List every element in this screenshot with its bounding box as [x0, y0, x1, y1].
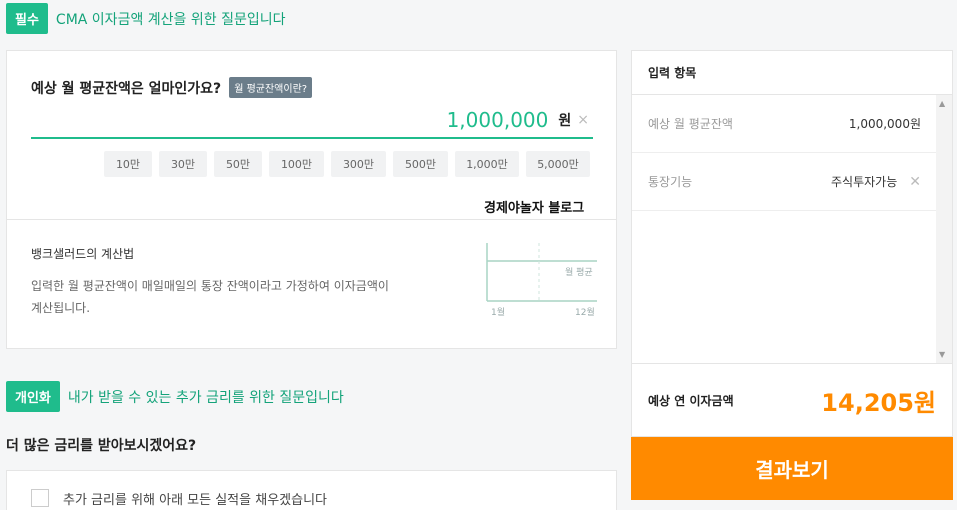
clear-icon[interactable]: ×: [577, 112, 589, 128]
chip-500man[interactable]: 500만: [393, 151, 448, 177]
remove-icon[interactable]: ✕: [909, 174, 921, 190]
summary-row-balance: 예상 월 평균잔액 1,000,000원: [632, 95, 937, 153]
balance-mini-chart: 월 평균 1월 12월: [486, 243, 597, 318]
summary-row-account-feature: 통장기능 주식투자가능 ✕: [632, 153, 937, 211]
input-summary-panel: 입력 항목 예상 월 평균잔액 1,000,000원 통장기능 주식투자가능 ✕…: [631, 50, 953, 437]
scroll-down-icon[interactable]: ▼: [939, 350, 945, 359]
personal-badge: 개인화: [6, 381, 60, 412]
extra-rate-checkbox[interactable]: [31, 489, 49, 507]
balance-amount-unit: 원: [558, 113, 572, 129]
chart-x-start: 1월: [491, 306, 505, 318]
calc-method-title: 뱅크샐러드의 계산법: [31, 247, 135, 261]
chip-100man[interactable]: 100만: [269, 151, 324, 177]
required-badge: 필수: [6, 3, 48, 34]
balance-question-label: 예상 월 평균잔액은 얼마인가요?: [31, 80, 222, 97]
calc-method-desc: 입력한 월 평균잔액이 매일매일의 통장 잔액이라고 가정하여 이자금액이 계산…: [31, 279, 389, 315]
amount-chip-group: 10만 30만 50만 100만 300만 500만 1,000만 5,000만: [104, 151, 597, 177]
balance-help-tag[interactable]: 월 평균잔액이란?: [229, 77, 313, 98]
balance-amount-value[interactable]: 1,000,000: [447, 108, 549, 132]
summary-key: 예상 월 평균잔액: [648, 117, 733, 131]
summary-value: 주식투자가능: [831, 175, 898, 189]
section-required-title: CMA 이자금액 계산을 위한 질문입니다: [55, 11, 286, 28]
summary-title: 입력 항목: [632, 51, 952, 95]
extra-rate-checkbox-label[interactable]: 추가 금리를 위해 아래 모든 실적을 채우겠습니다: [63, 489, 327, 508]
summary-key: 통장기능: [648, 175, 693, 189]
show-result-button[interactable]: 결과보기: [631, 437, 953, 500]
interest-result-value: 14,205원: [821, 389, 936, 417]
blog-watermark: 경제야놀자 블로그: [484, 201, 585, 216]
chart-x-end: 12월: [575, 306, 595, 318]
scroll-up-icon[interactable]: ▲: [939, 99, 945, 108]
balance-input-field[interactable]: 1,000,000 원 ×: [31, 103, 593, 139]
extra-rate-question: 더 많은 금리를 받아보시겠어요?: [6, 438, 197, 454]
card-divider: [7, 219, 616, 220]
summary-value-wrap: 주식투자가능 ✕: [831, 173, 921, 190]
chart-series-label: 월 평균: [565, 266, 593, 278]
chip-10man[interactable]: 10만: [104, 151, 152, 177]
interest-result: 예상 연 이자금액 14,205원: [632, 363, 952, 437]
chip-50man[interactable]: 50만: [214, 151, 262, 177]
extra-rate-card: 추가 금리를 위해 아래 모든 실적을 채우겠습니다: [6, 470, 617, 510]
section-personal-header: 개인화 내가 받을 수 있는 추가 금리를 위한 질문입니다: [6, 381, 344, 412]
summary-scrollbar[interactable]: ▲ ▼: [936, 95, 952, 363]
chip-1000man[interactable]: 1,000만: [455, 151, 519, 177]
interest-result-label: 예상 연 이자금액: [648, 394, 734, 408]
balance-question-card: 예상 월 평균잔액은 얼마인가요? 월 평균잔액이란? 1,000,000 원 …: [6, 50, 617, 349]
summary-list: 예상 월 평균잔액 1,000,000원 통장기능 주식투자가능 ✕: [632, 95, 937, 363]
section-required-header: 필수 CMA 이자금액 계산을 위한 질문입니다: [6, 3, 285, 34]
chip-300man[interactable]: 300만: [331, 151, 386, 177]
summary-value: 1,000,000원: [848, 117, 921, 131]
chip-5000man[interactable]: 5,000만: [526, 151, 590, 177]
section-personal-title: 내가 받을 수 있는 추가 금리를 위한 질문입니다: [67, 389, 344, 406]
chip-30man[interactable]: 30만: [159, 151, 207, 177]
